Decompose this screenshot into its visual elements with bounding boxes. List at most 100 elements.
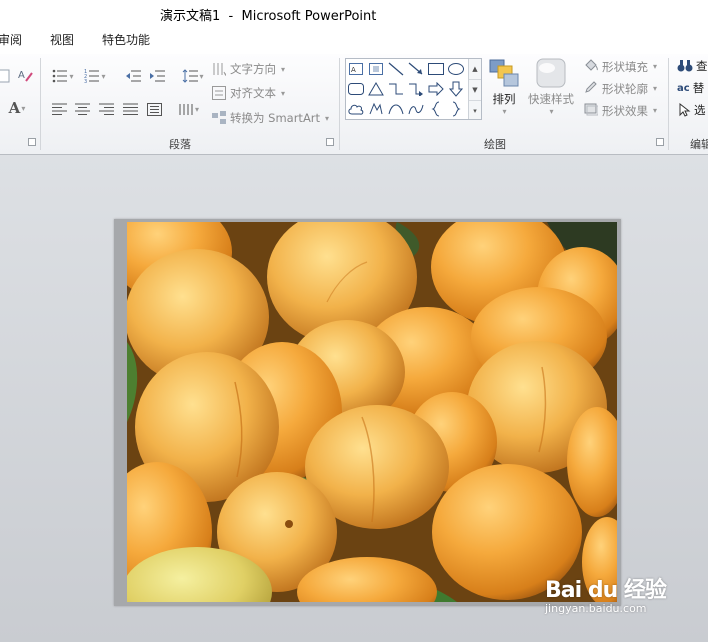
separator [40, 58, 41, 150]
convert-smartart-button[interactable]: 转换为 SmartArt ▾ [212, 110, 329, 126]
clear-formatting-icon[interactable]: A [16, 67, 34, 83]
cloud-shape-icon[interactable] [347, 100, 365, 118]
drawing-dialog-launcher[interactable] [656, 138, 664, 146]
apricots-image [127, 222, 617, 602]
align-right-button[interactable] [97, 101, 115, 117]
chevron-down-icon: ▾ [549, 107, 554, 116]
chevron-down-icon: ▾ [502, 107, 507, 116]
drawing-group-label: 绘图 [484, 138, 506, 151]
shape-effects-icon [584, 102, 599, 119]
align-text-label: 对齐文本 [230, 86, 276, 100]
baidu-jingyan-watermark: Bai du 经验 jingyan.baidu.com [545, 572, 667, 615]
select-label: 选 [694, 103, 706, 117]
ribbon: A A ▾ ▾ 1 2 3 ▾ ▾ ▾ 文字方向 ▾ 对齐文本 ▾ 转换为 Sm… [0, 54, 708, 155]
separator [668, 58, 669, 150]
watermark-logo: Bai du 经验 [545, 578, 667, 603]
shape-effects-label: 形状效果 [602, 103, 648, 118]
outdent-icon [126, 70, 141, 82]
numbered-list-icon: 123 [84, 69, 100, 83]
align-center-button[interactable] [73, 101, 91, 117]
quick-styles-icon [536, 58, 566, 88]
shape-outline-label: 形状轮廓 [602, 81, 648, 96]
replace-button[interactable]: ac 替 [677, 80, 704, 96]
text-direction-label: 文字方向 [230, 62, 276, 76]
apricots-photo[interactable] [127, 222, 617, 602]
arc-shape-icon[interactable] [407, 100, 425, 118]
pencil-icon [584, 80, 598, 97]
arrange-button[interactable]: 排列 ▾ [488, 58, 520, 116]
quick-styles-button[interactable]: 快速样式 ▾ [528, 58, 574, 116]
line-spacing-button[interactable]: ▾ [180, 68, 206, 84]
right-brace-shape-icon[interactable] [447, 100, 465, 118]
align-left-button[interactable] [50, 101, 68, 117]
title-bar: 演示文稿1 - Microsoft PowerPoint [0, 0, 708, 26]
align-text-button[interactable]: 对齐文本 ▾ [212, 85, 285, 101]
down-arrow-shape-icon[interactable] [447, 80, 465, 98]
freeform-shape-icon[interactable] [367, 100, 385, 118]
editing-group-label: 编辑 [690, 138, 708, 151]
quick-styles-label: 快速样式 [528, 92, 574, 106]
triangle-shape-icon[interactable] [367, 80, 385, 98]
binoculars-icon [677, 60, 693, 72]
gallery-scroll-down-icon[interactable]: ▼ [469, 80, 481, 101]
tab-special-features[interactable]: 特色功能 [102, 31, 150, 48]
decrease-indent-button[interactable] [124, 68, 142, 84]
align-right-icon [98, 103, 114, 115]
font-color-button[interactable]: A ▾ [4, 99, 30, 117]
watermark-url: jingyan.baidu.com [545, 602, 647, 615]
align-text-icon [212, 86, 226, 100]
distributed-button[interactable] [145, 101, 163, 117]
convert-smartart-label: 转换为 SmartArt [230, 111, 321, 125]
shape-fill-button[interactable]: 形状填充 ▾ [584, 58, 657, 75]
find-button[interactable]: 查 [677, 58, 708, 74]
numbering-button[interactable]: 1 2 3 ▾ [82, 68, 108, 84]
columns-button[interactable]: ▾ [176, 101, 202, 117]
left-brace-shape-icon[interactable] [427, 100, 445, 118]
font-size-box[interactable] [0, 68, 14, 84]
right-arrow-shape-icon[interactable] [427, 80, 445, 98]
find-label: 查 [696, 59, 708, 73]
oval-shape-icon[interactable] [447, 60, 465, 78]
shape-effects-button[interactable]: 形状效果 ▾ [584, 102, 657, 119]
svg-text:A: A [18, 70, 25, 81]
line-spacing-icon [183, 69, 199, 83]
shape-fill-label: 形状填充 [602, 59, 648, 74]
window-title: 演示文稿1 - Microsoft PowerPoint [160, 9, 377, 24]
text-direction-icon [212, 62, 226, 76]
smartart-icon [212, 111, 226, 125]
font-dialog-launcher[interactable] [28, 138, 36, 146]
align-center-icon [74, 103, 90, 115]
tab-review[interactable]: 审阅 [0, 31, 22, 48]
arrange-label: 排列 [492, 92, 516, 106]
paragraph-dialog-launcher[interactable] [326, 138, 334, 146]
ribbon-tabs: 审阅 视图 特色功能 [0, 26, 708, 55]
bullet-list-icon [53, 69, 68, 83]
elbow-arrow-connector-shape-icon[interactable] [407, 80, 425, 98]
align-left-icon [51, 103, 67, 115]
replace-label: 替 [692, 81, 705, 95]
shapes-gallery[interactable]: A ▲ ▼ ▾ [345, 58, 482, 120]
rectangle-shape-icon[interactable] [427, 60, 445, 78]
shape-outline-button[interactable]: 形状轮廓 ▾ [584, 80, 657, 97]
tab-view[interactable]: 视图 [50, 31, 74, 48]
text-direction-button[interactable]: 文字方向 ▾ [212, 61, 285, 77]
replace-icon: ac [677, 82, 690, 94]
gallery-more-icon[interactable]: ▾ [469, 101, 481, 121]
arrange-icon [489, 59, 519, 87]
curve-shape-icon[interactable] [387, 100, 405, 118]
indent-icon [150, 70, 165, 82]
font-color-icon: A [8, 99, 21, 117]
bullets-button[interactable]: ▾ [50, 68, 76, 84]
select-button[interactable]: 选 [677, 102, 706, 118]
text-box-shape-icon[interactable]: A [347, 60, 365, 78]
vertical-text-box-shape-icon[interactable] [367, 60, 385, 78]
increase-indent-button[interactable] [148, 68, 166, 84]
svg-text:3: 3 [84, 79, 87, 83]
gallery-scrollbar[interactable]: ▲ ▼ ▾ [468, 59, 481, 119]
justify-button[interactable] [121, 101, 139, 117]
gallery-scroll-up-icon[interactable]: ▲ [469, 59, 481, 80]
elbow-connector-shape-icon[interactable] [387, 80, 405, 98]
arrow-line-shape-icon[interactable] [407, 60, 425, 78]
line-shape-icon[interactable] [387, 60, 405, 78]
rounded-rectangle-shape-icon[interactable] [347, 80, 365, 98]
